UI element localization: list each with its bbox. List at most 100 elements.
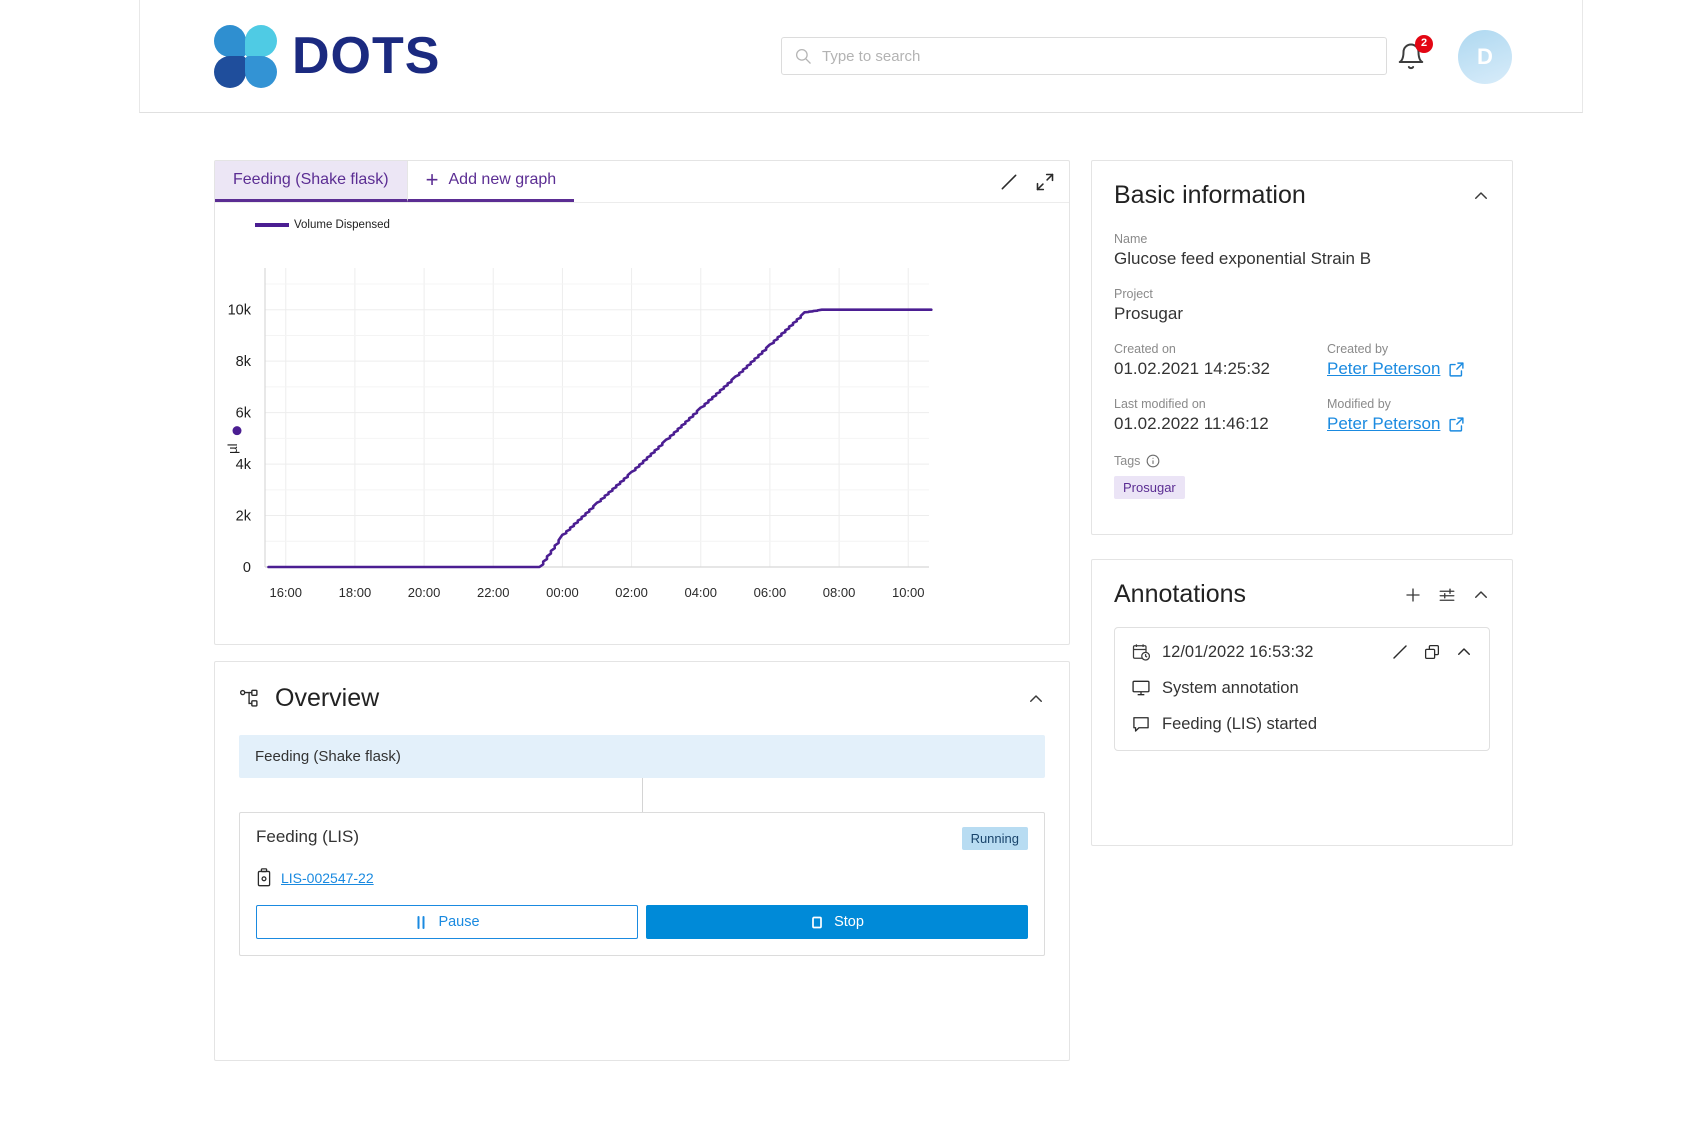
last-modified-label: Last modified on (1114, 397, 1206, 411)
tree-connector (239, 778, 1045, 812)
chevron-up-icon[interactable] (1455, 643, 1473, 661)
tags-row: Tags (1114, 454, 1490, 468)
annotations-header: Annotations (1092, 560, 1512, 609)
name-value: Glucose feed exponential Strain B (1114, 249, 1372, 268)
avatar[interactable]: D (1458, 29, 1512, 84)
header-actions: 2 D (1396, 0, 1512, 113)
project-value: Prosugar (1114, 304, 1183, 323)
svg-text:4k: 4k (236, 457, 252, 473)
node-header: Feeding (LIS) Running (256, 827, 1028, 850)
chart-legend: Volume Dispensed (255, 219, 390, 231)
monitor-icon (1132, 680, 1150, 696)
stop-icon (812, 916, 822, 928)
info-icon[interactable] (1146, 454, 1160, 468)
chart-svg: 16:00 18:00 20:00 22:00 00:00 02:00 04:00 06:00… (225, 268, 933, 600)
overview-root-node[interactable]: Feeding (Shake flask) (239, 735, 1045, 778)
overview-panel: Overview Feeding (Shake flask) Feeding (… (214, 661, 1070, 1061)
chart: Volume Dispensed 16:00 18:00 20:00 22:00 00:… (215, 203, 1069, 645)
modified-by-value: Peter Peterson (1327, 414, 1441, 433)
annotation-date-row: 12/01/2022 16:53:32 (1131, 642, 1473, 662)
notification-badge: 2 (1415, 34, 1433, 53)
created-by-label: Created by (1327, 342, 1389, 356)
created-by-value: Peter Peterson (1327, 359, 1441, 378)
overview-header: Overview (215, 662, 1069, 713)
legend-label: Volume Dispensed (294, 219, 390, 231)
chevron-up-icon[interactable] (1472, 187, 1490, 205)
basic-information-body: Name Glucose feed exponential Strain B P… (1092, 210, 1512, 499)
svg-text:10k: 10k (228, 303, 252, 319)
chevron-up-icon[interactable] (1472, 586, 1490, 604)
svg-text:8k: 8k (236, 354, 252, 370)
basic-information-header: Basic information (1092, 161, 1512, 210)
tab-feeding-shake-flask[interactable]: Feeding (Shake flask) (215, 161, 407, 202)
search-bar[interactable] (781, 37, 1387, 75)
stop-button[interactable]: Stop (646, 905, 1028, 939)
svg-text:16:00: 16:00 (269, 585, 302, 600)
panel-title: Basic information (1114, 181, 1306, 209)
notifications-button[interactable]: 2 (1396, 34, 1433, 73)
tag-chip[interactable]: Prosugar (1114, 476, 1185, 499)
edit-pencil-icon[interactable] (999, 172, 1019, 192)
pause-icon (417, 915, 425, 929)
copy-icon[interactable] (1423, 643, 1441, 661)
device-icon (257, 868, 271, 887)
add-annotation-icon[interactable] (1404, 586, 1422, 604)
svg-text:06:00: 06:00 (754, 585, 787, 600)
graph-panel: Feeding (Shake flask) + Add new graph Vo… (214, 160, 1070, 645)
annotation-source-row: System annotation (1131, 678, 1473, 698)
created-by-link[interactable]: Peter Peterson (1327, 359, 1465, 379)
pause-label: Pause (438, 914, 480, 930)
pause-button[interactable]: Pause (256, 905, 638, 939)
svg-text:0: 0 (243, 560, 251, 576)
panel-title: Annotations (1114, 580, 1247, 608)
annotation-comment: Feeding (LIS) started (1162, 714, 1317, 733)
svg-text:18:00: 18:00 (339, 585, 372, 600)
avatar-initial: D (1477, 43, 1493, 69)
annotation-comment-row: Feeding (LIS) started (1131, 714, 1473, 734)
graph-tabs: Feeding (Shake flask) + Add new graph (215, 161, 1069, 203)
search-input[interactable] (822, 47, 1374, 65)
chevron-up-icon[interactable] (1027, 690, 1045, 708)
device-id-link[interactable]: LIS-002547-22 (281, 870, 374, 886)
modified-by-link[interactable]: Peter Peterson (1327, 414, 1465, 434)
annotations-panel: Annotations 12/01/2022 16:53:32 System a… (1091, 559, 1513, 846)
name-label: Name (1114, 232, 1148, 246)
modified-row: Last modified on 01.02.2022 11:46:12 Mod… (1114, 397, 1490, 452)
basic-information-panel: Basic information Name Glucose feed expo… (1091, 160, 1513, 535)
dots-logo-icon (214, 25, 277, 88)
external-link-icon (1449, 416, 1464, 432)
node-actions: Pause Stop (256, 905, 1028, 939)
tags-label: Tags (1114, 454, 1141, 468)
annotation-source: System annotation (1162, 678, 1299, 697)
svg-text:08:00: 08:00 (823, 585, 856, 600)
svg-text:20:00: 20:00 (408, 585, 441, 600)
annotation-row-actions (1391, 643, 1473, 661)
svg-text:04:00: 04:00 (684, 585, 717, 600)
tab-label: Feeding (Shake flask) (233, 171, 389, 188)
svg-text:02:00: 02:00 (615, 585, 648, 600)
device-row: LIS-002547-22 (256, 868, 1028, 887)
annotations-actions (1404, 586, 1490, 604)
svg-text:00:00: 00:00 (546, 585, 579, 600)
modified-by-label: Modified by (1327, 397, 1391, 411)
svg-text:22:00: 22:00 (477, 585, 510, 600)
expand-icon[interactable] (1035, 172, 1055, 192)
created-on-value: 01.02.2021 14:25:32 (1114, 359, 1270, 378)
app-header: DOTS 2 D (139, 0, 1583, 113)
created-row: Created on 01.02.2021 14:25:32 Created b… (1114, 342, 1490, 397)
annotation-timestamp: 12/01/2022 16:53:32 (1162, 642, 1314, 661)
plus-icon: + (425, 167, 439, 192)
overview-node: Feeding (LIS) Running LIS-002547-22 Paus… (239, 812, 1045, 956)
comment-icon (1133, 717, 1149, 732)
external-link-icon (1449, 361, 1464, 377)
tab-label: Add new graph (448, 171, 557, 188)
brand-name: DOTS (292, 27, 441, 85)
status-badge: Running (961, 827, 1028, 850)
edit-pencil-icon[interactable] (1391, 643, 1409, 661)
svg-text:10:00: 10:00 (892, 585, 925, 600)
svg-text:2k: 2k (236, 509, 252, 525)
filter-settings-icon[interactable] (1438, 586, 1456, 604)
tab-add-new-graph[interactable]: + Add new graph (406, 161, 575, 202)
brand: DOTS (214, 25, 441, 88)
svg-text:µl: µl (225, 443, 240, 453)
